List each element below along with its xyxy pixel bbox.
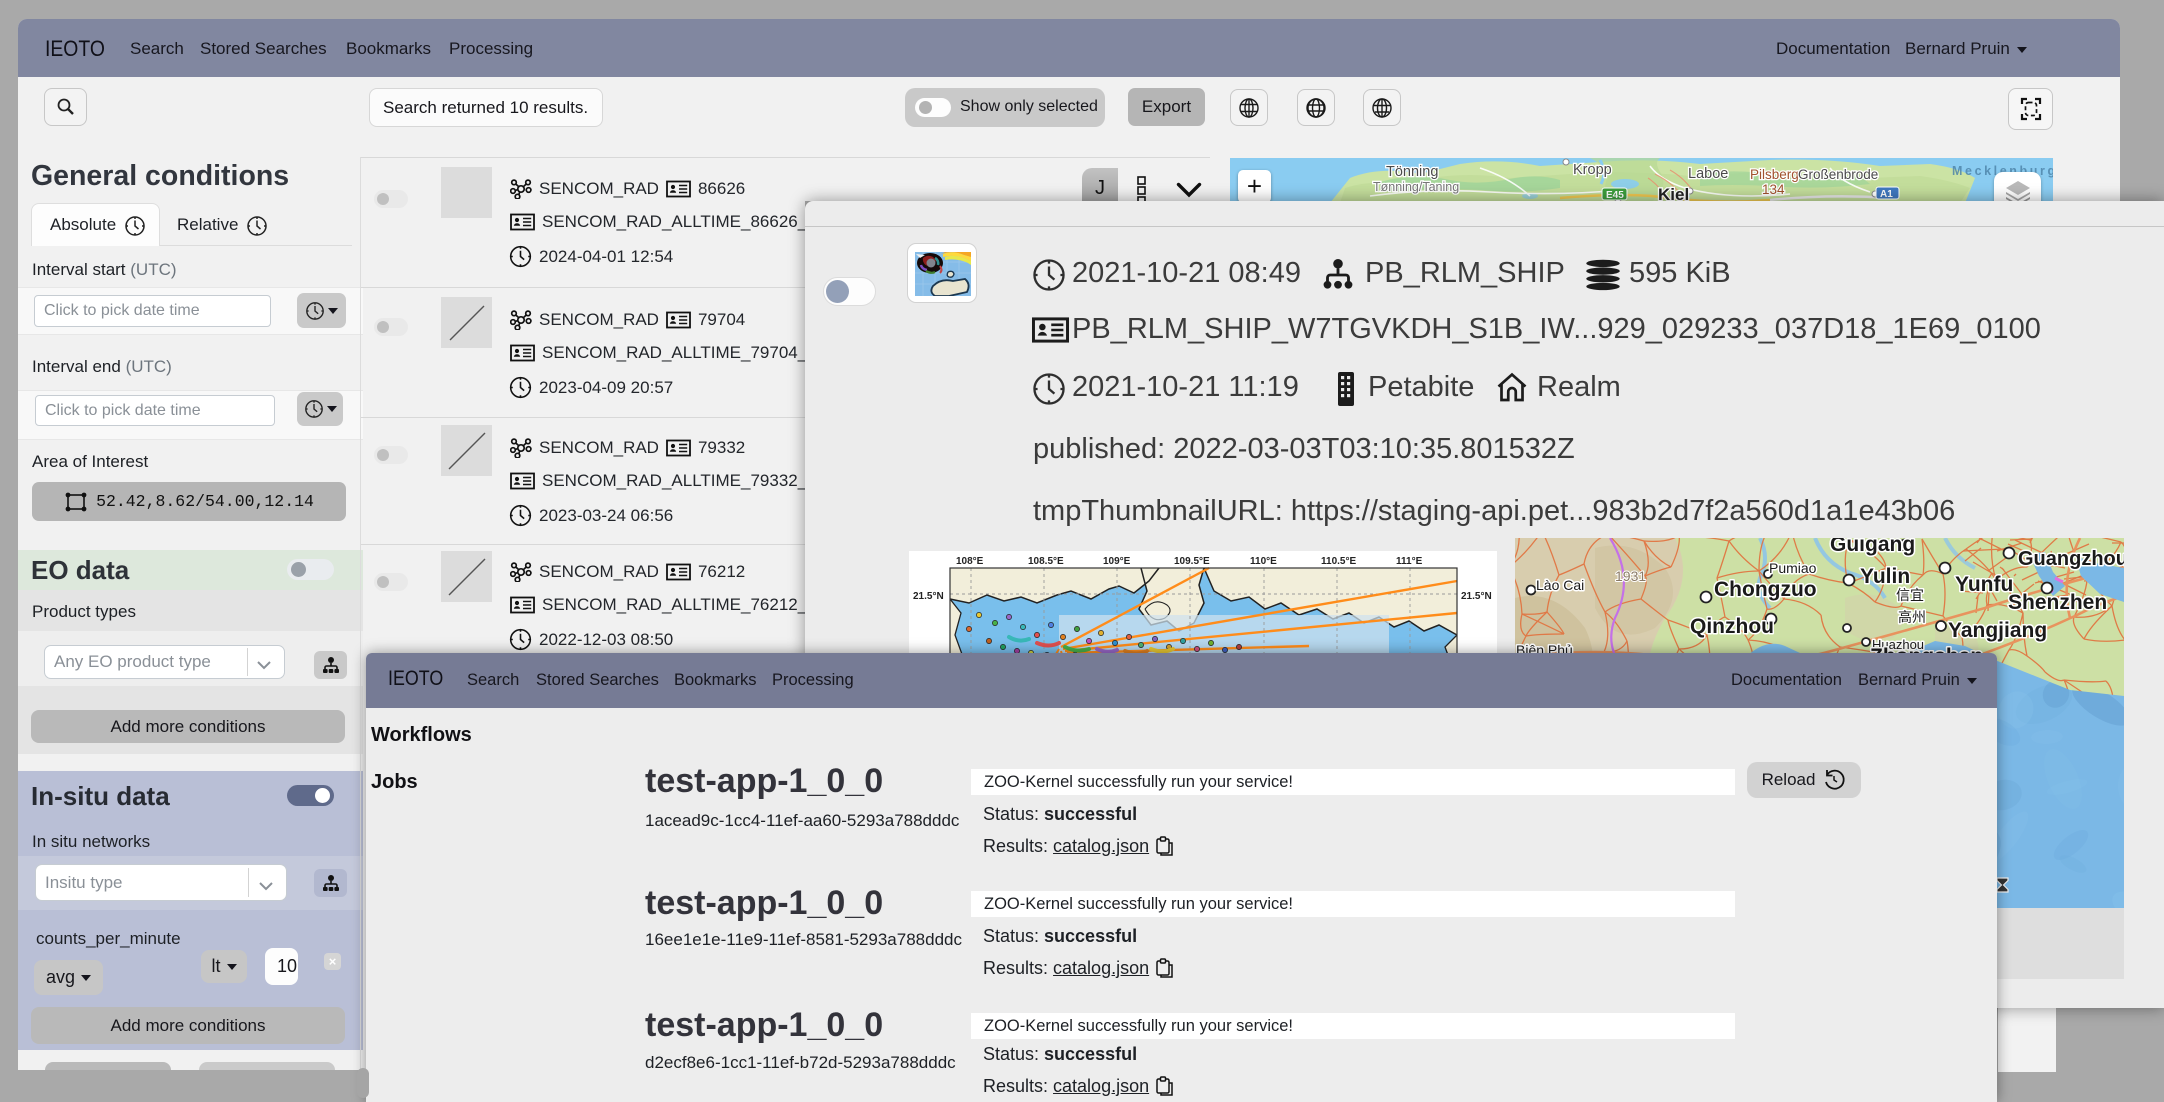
svg-text:A1: A1 [1880,189,1893,200]
svg-text:Lào Cai: Lào Cai [1536,577,1584,593]
svg-text:134: 134 [1762,182,1785,197]
svg-text:110.5°E: 110.5°E [1321,556,1356,567]
svg-text:Pilsberg: Pilsberg [1750,167,1799,182]
svg-text:21.5°N: 21.5°N [1461,591,1492,602]
svg-text:E45: E45 [1606,190,1624,201]
svg-text:108.5°E: 108.5°E [1028,556,1064,567]
svg-text:Tönning: Tönning [1386,164,1438,180]
svg-text:Großenbrode: Großenbrode [1798,167,1878,182]
svg-text:Tønning/Taning: Tønning/Taning [1373,180,1459,194]
svg-text:21.5°N: 21.5°N [913,591,944,602]
svg-text:109.5°E: 109.5°E [1174,556,1210,567]
svg-text:Kropp: Kropp [1573,162,1612,178]
svg-text:108°E: 108°E [956,556,984,567]
svg-text:Chongzuo: Chongzuo [1714,578,1817,601]
svg-text:Guigang: Guigang [1830,538,1915,556]
svg-text:Pumiao: Pumiao [1769,560,1817,576]
svg-text:高州: 高州 [1898,609,1926,625]
svg-text:109°E: 109°E [1103,556,1131,567]
svg-text:1931: 1931 [1615,568,1646,584]
svg-text:Shenzhen: Shenzhen [2008,591,2107,614]
svg-text:Guangzhou: Guangzhou [2018,548,2124,570]
svg-text:信宜: 信宜 [1896,587,1924,603]
svg-text:Yangjiang: Yangjiang [1948,619,2047,642]
svg-text:Yunfu: Yunfu [1955,573,2013,596]
svg-text:Laboe: Laboe [1688,166,1728,182]
svg-text:Qinzhou: Qinzhou [1690,615,1774,638]
svg-text:Yulin: Yulin [1860,565,1910,588]
svg-text:111°E: 111°E [1396,556,1423,567]
svg-text:110°E: 110°E [1250,556,1277,567]
